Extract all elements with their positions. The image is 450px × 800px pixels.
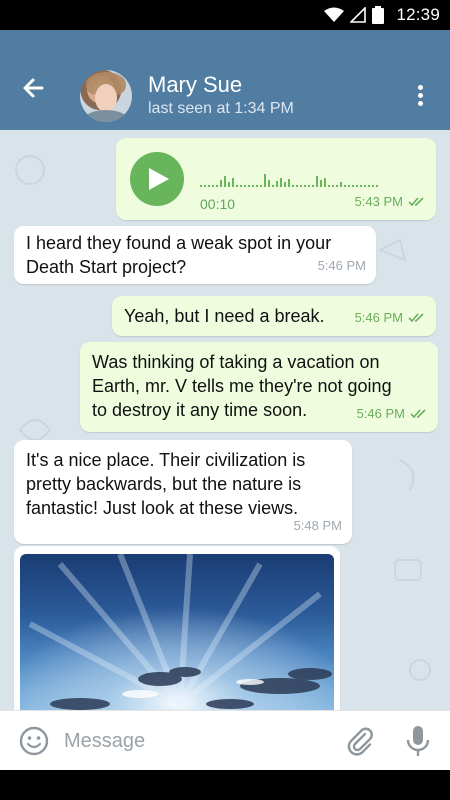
message-bubble-incoming[interactable]: I heard they found a weak spot in your D… [14, 226, 376, 284]
system-nav-bar [0, 770, 450, 800]
read-checkmarks-icon [410, 409, 426, 419]
message-meta: 5:48 PM [294, 514, 342, 538]
message-meta: 5:46 PM [357, 402, 428, 426]
more-options-button[interactable] [408, 82, 432, 112]
message-time: 5:46 PM [354, 310, 403, 325]
message-text: I heard they found a weak spot in your D… [26, 233, 332, 277]
microphone-icon [406, 726, 430, 756]
message-meta: 5:46 PM [318, 254, 366, 278]
message-list[interactable]: 00:10 5:43 PM I heard they found a weak … [0, 130, 450, 710]
avatar[interactable] [80, 70, 132, 122]
arrow-left-icon [23, 78, 44, 98]
status-bar: 12:39 [0, 0, 450, 30]
message-bubble-outgoing[interactable]: Yeah, but I need a break. 5:46 PM [112, 296, 436, 336]
read-checkmarks-icon [408, 197, 424, 207]
play-button[interactable] [130, 152, 184, 206]
status-time: 12:39 [396, 5, 440, 24]
wifi-icon [324, 7, 345, 22]
photo-message[interactable] [14, 546, 340, 710]
paperclip-icon [347, 727, 373, 756]
voice-duration: 00:10 [200, 196, 236, 212]
back-button[interactable] [16, 70, 52, 106]
last-seen-status: last seen at 1:34 PM [148, 100, 294, 117]
voice-message: 00:10 5:43 PM [116, 138, 436, 220]
play-icon [149, 168, 169, 190]
microphone-button[interactable] [404, 723, 432, 759]
chat-header: Mary Sue last seen at 1:34 PM [0, 30, 450, 130]
message-time: 5:46 PM [317, 258, 366, 273]
message-meta: 5:43 PM [355, 190, 426, 214]
battery-icon [372, 6, 385, 24]
attach-button[interactable] [344, 725, 376, 757]
voice-waveform[interactable] [200, 166, 400, 188]
status-icons: 12:39 [324, 5, 440, 24]
message-composer [0, 710, 450, 770]
message-input[interactable] [64, 723, 324, 759]
sunrays-clouds-image [20, 554, 334, 710]
message-time: 5:46 PM [356, 406, 405, 421]
read-checkmarks-icon [408, 313, 424, 323]
emoji-icon [19, 726, 49, 756]
more-vertical-icon [408, 85, 432, 106]
signal-icon [350, 7, 367, 23]
message-time: 5:48 PM [293, 518, 342, 533]
emoji-button[interactable] [18, 725, 50, 757]
message-bubble-incoming[interactable]: It's a nice place. Their civilization is… [14, 440, 352, 544]
message-bubble-outgoing[interactable]: Was thinking of taking a vacation on Ear… [80, 342, 438, 432]
landscape-photo[interactable] [20, 554, 334, 710]
message-time: 5:43 PM [354, 194, 403, 209]
message-meta: 5:46 PM [355, 306, 426, 330]
contact-name[interactable]: Mary Sue [148, 72, 242, 98]
message-text: It's a nice place. Their civilization is… [26, 450, 306, 518]
